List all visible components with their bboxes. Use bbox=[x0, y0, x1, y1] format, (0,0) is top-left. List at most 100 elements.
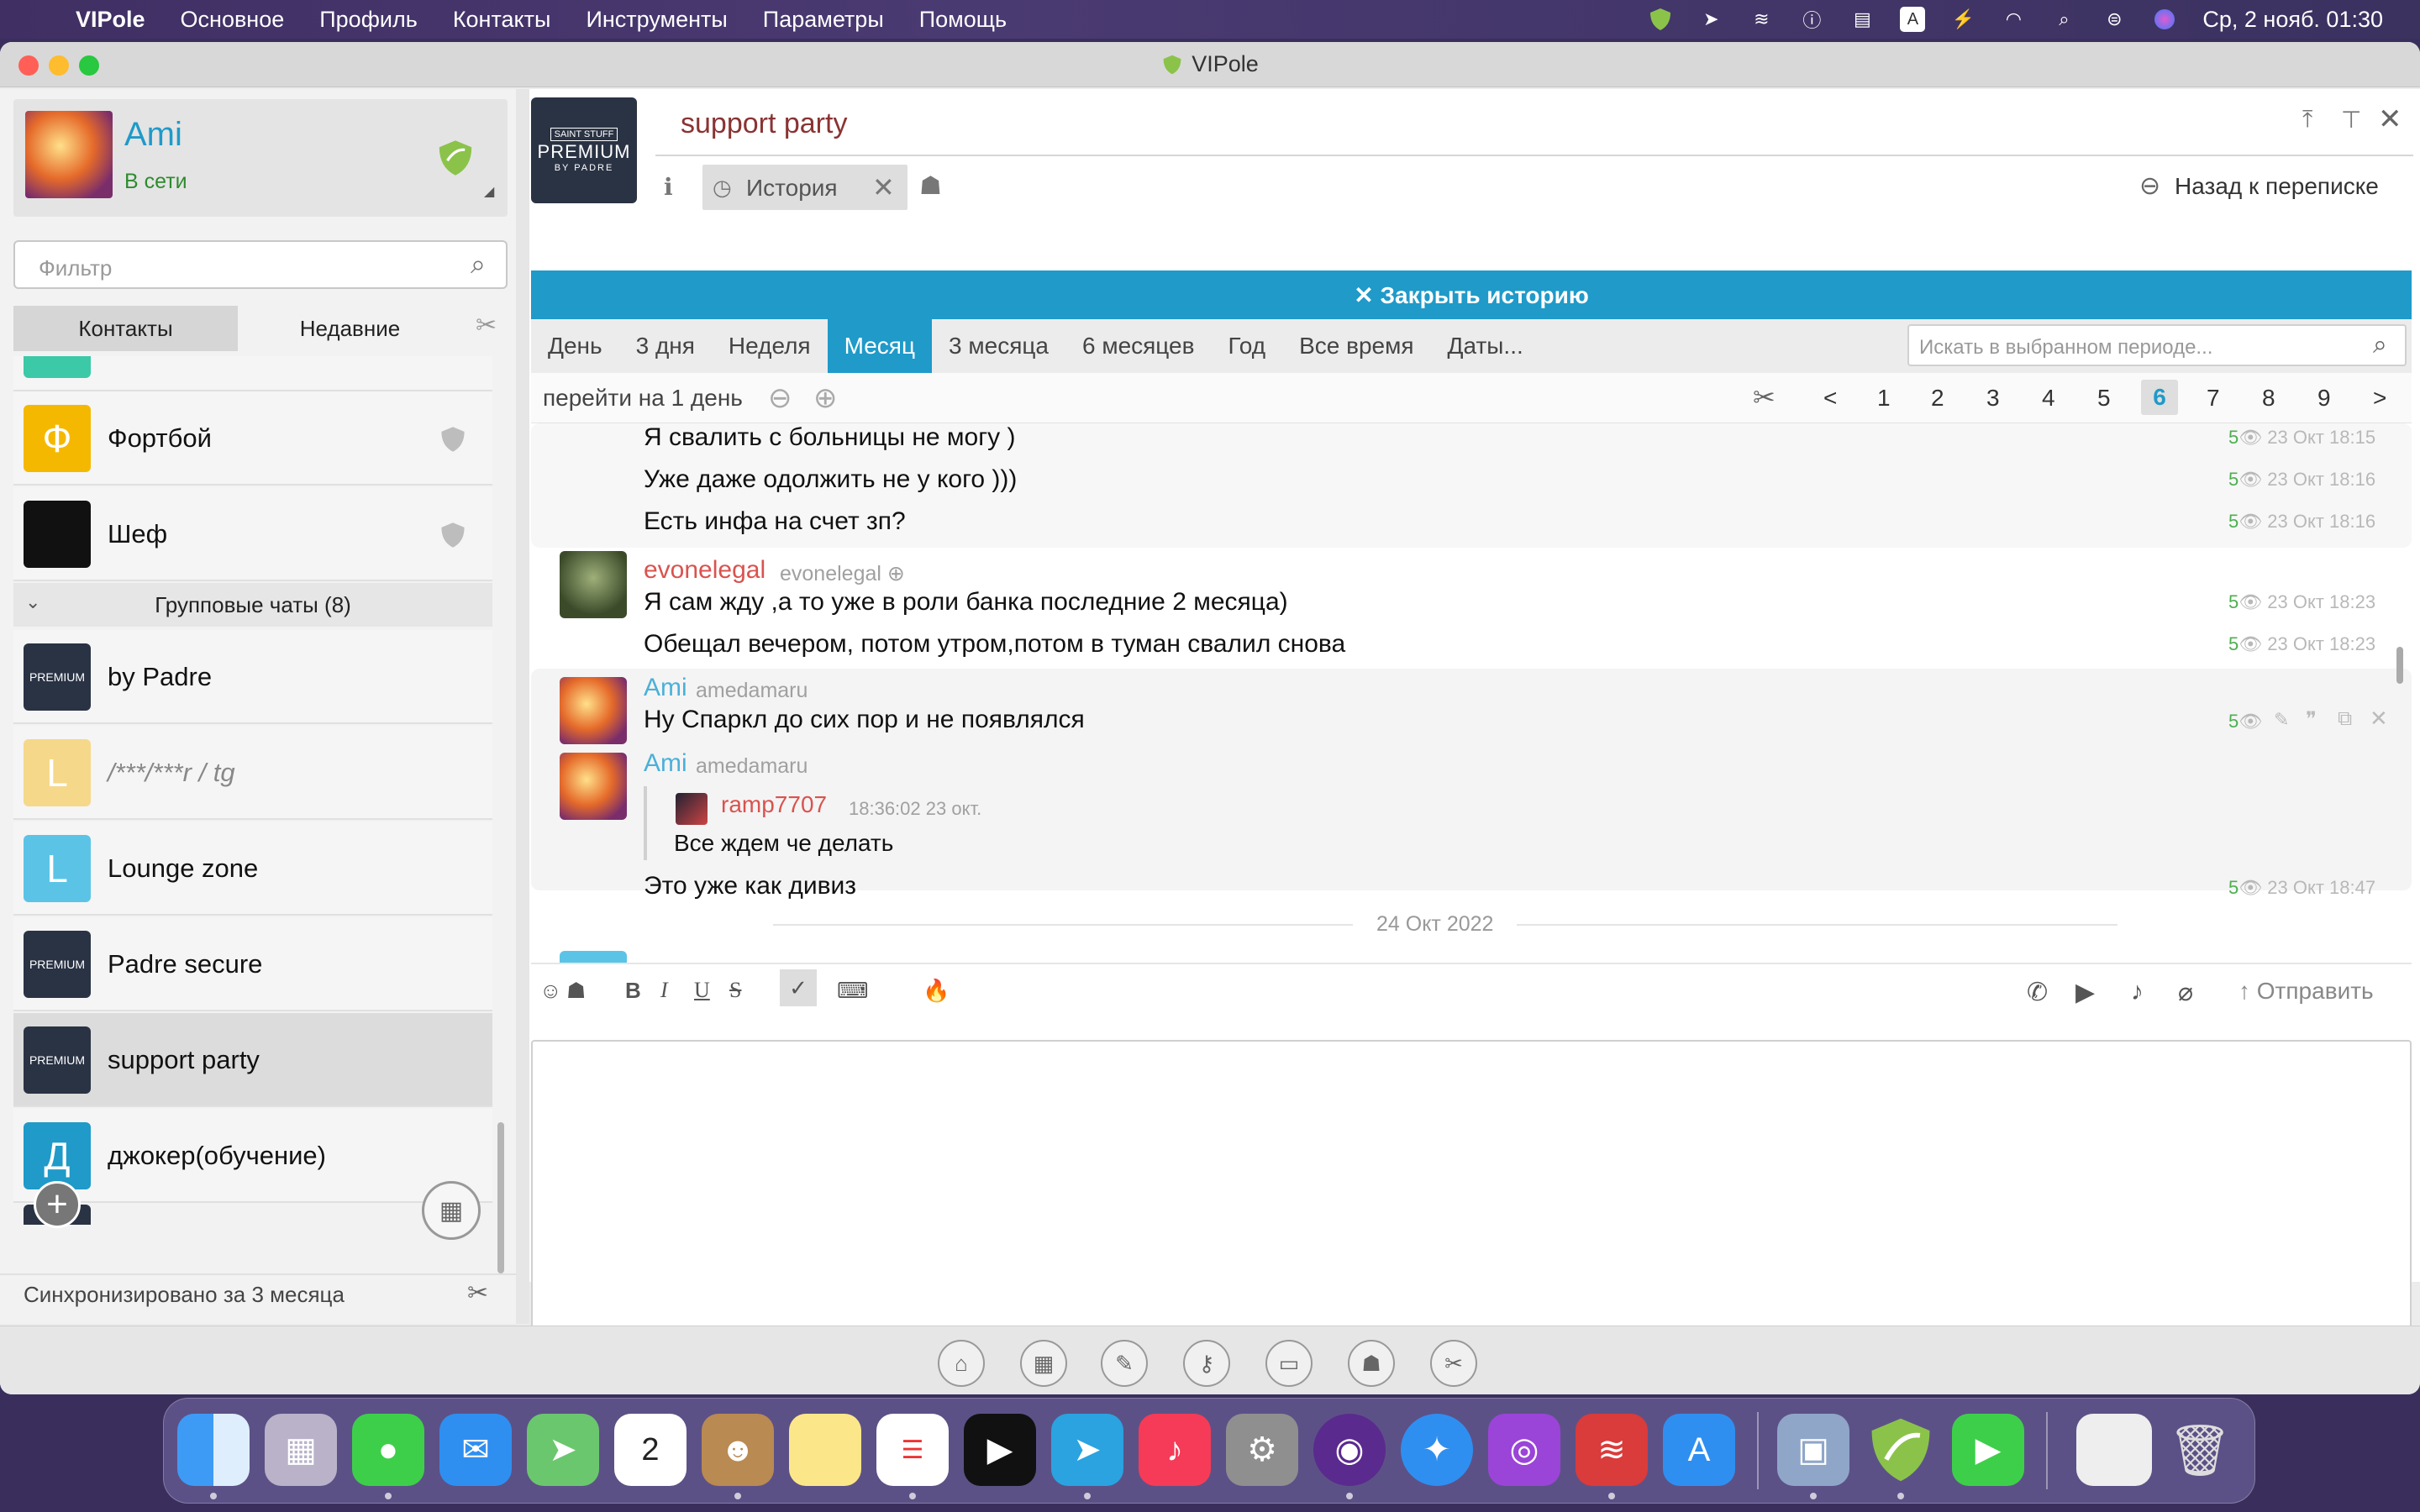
page-7[interactable]: 7 bbox=[2207, 385, 2220, 412]
period-year[interactable]: Год bbox=[1211, 319, 1282, 373]
emoji-icon[interactable]: ☺ bbox=[539, 978, 562, 1004]
tab-recent[interactable]: Недавние bbox=[238, 306, 462, 351]
close-history-button[interactable]: ✕ Закрыть историю bbox=[531, 270, 2412, 319]
sync-settings-icon[interactable]: ✂ bbox=[467, 1278, 488, 1308]
music-icon[interactable]: ♪ bbox=[1139, 1414, 1211, 1486]
menu-item-help[interactable]: Помощь bbox=[919, 7, 1007, 33]
finder-icon[interactable] bbox=[177, 1414, 250, 1486]
launchpad-icon[interactable]: ▦ bbox=[265, 1414, 337, 1486]
spotlight-search-icon[interactable]: ⌕ bbox=[2051, 7, 2076, 32]
page-8[interactable]: 8 bbox=[2262, 385, 2275, 412]
message-author[interactable]: evonelegal bbox=[644, 556, 765, 585]
battery-menu-icon[interactable]: ▤ bbox=[1849, 7, 1875, 32]
quote-icon[interactable]: ❞ bbox=[2306, 707, 2317, 732]
apple-tv-icon[interactable]: ▶ bbox=[964, 1414, 1036, 1486]
group-row-lounge-zone[interactable]: L Lounge zone bbox=[13, 822, 492, 916]
expressvpn-tray-icon[interactable]: ≋ bbox=[1749, 7, 1774, 32]
video-call-icon[interactable]: ▶ bbox=[2075, 978, 2095, 1007]
message-input[interactable] bbox=[531, 1040, 2412, 1356]
edit-icon[interactable]: ✎ bbox=[2274, 709, 2289, 731]
self-destruct-icon[interactable]: 🔥 bbox=[923, 978, 950, 1004]
group-chats-header[interactable]: ⌄ Групповые чаты (8) bbox=[13, 583, 492, 627]
pin-icon[interactable]: ⊤ bbox=[2341, 106, 2361, 134]
page-5[interactable]: 5 bbox=[2097, 385, 2111, 412]
prev-day-icon[interactable]: ⊖ bbox=[768, 381, 792, 415]
bold-button[interactable]: B bbox=[625, 978, 641, 1004]
tab-contacts[interactable]: Контакты bbox=[13, 306, 238, 351]
profile-status[interactable]: В сети bbox=[124, 170, 187, 194]
menu-item-contacts[interactable]: Контакты bbox=[453, 7, 551, 33]
contacts-app-icon[interactable]: ☻ bbox=[702, 1414, 774, 1486]
contact-row-partial[interactable] bbox=[13, 356, 492, 391]
panel-splitter[interactable] bbox=[516, 89, 529, 1324]
close-window-button[interactable] bbox=[18, 55, 39, 76]
history-search-input[interactable]: Искать в выбранном периоде... ⌕ bbox=[1907, 324, 2407, 366]
arrow-left-circle-icon[interactable]: ⊖ bbox=[2139, 171, 2160, 201]
ami-avatar[interactable] bbox=[560, 753, 627, 820]
microphone-icon[interactable]: ♪ bbox=[2131, 978, 2144, 1006]
folder-icon[interactable]: ▭ bbox=[1265, 1340, 1313, 1387]
tools-icon[interactable]: ✂ bbox=[476, 311, 497, 340]
vipole-tray-icon[interactable] bbox=[1648, 7, 1673, 32]
podcasts-icon[interactable]: ◎ bbox=[1488, 1414, 1560, 1486]
trash-icon[interactable]: 🗑 bbox=[2164, 1414, 2236, 1486]
app-store-icon[interactable]: A bbox=[1663, 1414, 1735, 1486]
key-icon[interactable]: ⚷ bbox=[1183, 1340, 1230, 1387]
quote-author[interactable]: ramp7707 bbox=[721, 791, 827, 818]
underline-button[interactable]: U bbox=[694, 978, 710, 1003]
page-9[interactable]: 9 bbox=[2317, 385, 2331, 412]
group-row-by-padre[interactable]: PREMIUM by Padre bbox=[13, 630, 492, 724]
control-center-icon[interactable]: ⊜ bbox=[2102, 7, 2127, 32]
profile-card[interactable]: Ami В сети ◢ bbox=[13, 99, 508, 217]
page-6-current[interactable]: 6 bbox=[2141, 380, 2178, 415]
evonelegal-avatar[interactable] bbox=[560, 551, 627, 618]
group-row-support-party[interactable]: PREMIUM support party bbox=[13, 1013, 492, 1107]
attach-icon[interactable]: ⌀ bbox=[2178, 978, 2193, 1007]
copy-icon[interactable]: ⧉ bbox=[2338, 707, 2352, 731]
page-2[interactable]: 2 bbox=[1931, 385, 1944, 412]
group-row-joker[interactable]: Д джокер(обучение) bbox=[13, 1109, 492, 1203]
filter-input[interactable]: Фильтр bbox=[13, 240, 508, 289]
calendar-app-icon[interactable]: 2 bbox=[614, 1414, 687, 1486]
home-icon[interactable]: ⌂ bbox=[938, 1340, 985, 1387]
page-3[interactable]: 3 bbox=[1986, 385, 2000, 412]
send-button[interactable]: ↑ Отправить bbox=[2238, 978, 2374, 1005]
message-author[interactable]: Ami bbox=[644, 674, 687, 702]
page-4[interactable]: 4 bbox=[2042, 385, 2055, 412]
expressvpn-icon[interactable]: ≋ bbox=[1576, 1414, 1648, 1486]
keyboard-icon[interactable]: ⌨ bbox=[837, 978, 869, 1004]
keypad-button[interactable]: ▦ bbox=[422, 1181, 481, 1240]
period-3-days[interactable]: 3 дня bbox=[619, 319, 712, 373]
call-icon[interactable]: ✆ bbox=[2027, 978, 2048, 1007]
chat-avatar[interactable]: SAINT STUFF PREMIUM BY PADRE bbox=[531, 97, 637, 203]
back-to-chat-link[interactable]: Назад к переписке bbox=[2175, 173, 2379, 200]
system-preferences-icon[interactable]: ⚙ bbox=[1226, 1414, 1298, 1486]
settings-tools-icon[interactable]: ✂ bbox=[1430, 1340, 1477, 1387]
profile-avatar[interactable] bbox=[25, 111, 113, 198]
page-prev[interactable]: < bbox=[1823, 385, 1837, 412]
notes-icon[interactable]: ✎ bbox=[1101, 1340, 1148, 1387]
menu-item-profile[interactable]: Профиль bbox=[319, 7, 418, 33]
contacts-icon[interactable]: ☗ bbox=[1348, 1340, 1395, 1387]
facetime-icon[interactable]: ▶ bbox=[1952, 1414, 2024, 1486]
minimize-window-button[interactable] bbox=[49, 55, 69, 76]
add-contact-button[interactable]: + bbox=[34, 1181, 81, 1228]
page-next[interactable]: > bbox=[2373, 385, 2386, 412]
period-3-months[interactable]: 3 месяца bbox=[932, 319, 1065, 373]
zoom-window-button[interactable] bbox=[79, 55, 99, 76]
unpin-icon[interactable]: ⤒ bbox=[2302, 106, 2312, 134]
mail-icon[interactable]: ✉ bbox=[439, 1414, 512, 1486]
close-chat-icon[interactable]: ✕ bbox=[2378, 102, 2402, 136]
menu-item-settings[interactable]: Параметры bbox=[763, 7, 884, 33]
ami-avatar[interactable] bbox=[560, 677, 627, 744]
keyboard-layout-indicator[interactable]: A bbox=[1900, 7, 1926, 32]
siri-icon[interactable] bbox=[2152, 7, 2177, 32]
telegram-icon[interactable]: ➤ bbox=[1051, 1414, 1123, 1486]
notes-app-icon[interactable] bbox=[789, 1414, 861, 1486]
period-week[interactable]: Неделя bbox=[712, 319, 828, 373]
period-6-months[interactable]: 6 месяцев bbox=[1065, 319, 1212, 373]
next-day-icon[interactable]: ⊕ bbox=[813, 381, 838, 415]
calendar-icon[interactable]: ▦ bbox=[1020, 1340, 1067, 1387]
menu-item-main[interactable]: Основное bbox=[181, 7, 285, 33]
battery-icon[interactable]: ⚡ bbox=[1950, 7, 1975, 32]
